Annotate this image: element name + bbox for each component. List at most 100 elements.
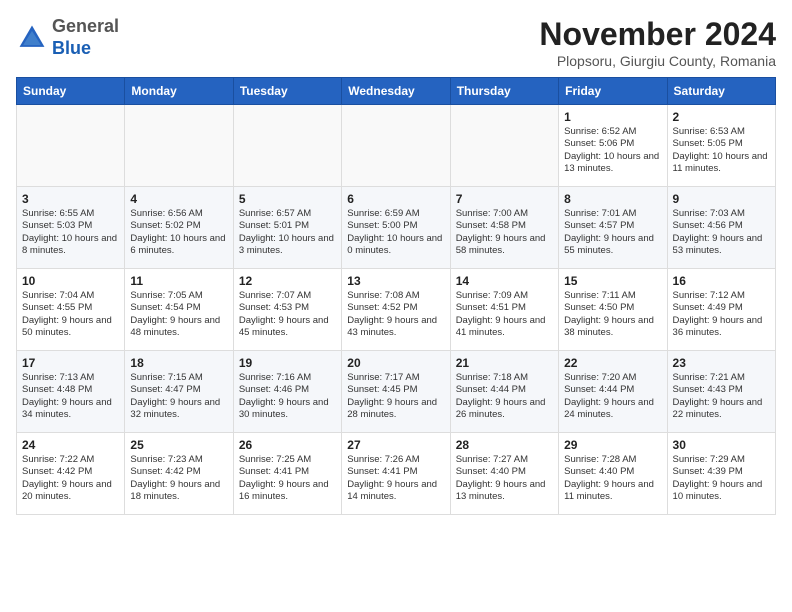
day-info: Sunset: 5:03 PM <box>22 220 119 232</box>
day-info: Sunset: 4:48 PM <box>22 384 119 396</box>
day-number: 26 <box>239 438 336 452</box>
day-number: 13 <box>347 274 444 288</box>
day-info: Sunrise: 6:57 AM <box>239 208 336 220</box>
day-number: 11 <box>130 274 227 288</box>
calendar-cell <box>125 105 233 187</box>
day-info: Daylight: 9 hours and 22 minutes. <box>673 397 770 422</box>
day-info: Sunset: 4:44 PM <box>456 384 553 396</box>
day-number: 28 <box>456 438 553 452</box>
calendar-cell: 15Sunrise: 7:11 AMSunset: 4:50 PMDayligh… <box>559 269 667 351</box>
day-info: Sunset: 5:05 PM <box>673 138 770 150</box>
weekday-header: Thursday <box>450 78 558 105</box>
calendar-header-row: SundayMondayTuesdayWednesdayThursdayFrid… <box>17 78 776 105</box>
day-info: Sunrise: 6:52 AM <box>564 126 661 138</box>
day-number: 29 <box>564 438 661 452</box>
day-info: Daylight: 9 hours and 32 minutes. <box>130 397 227 422</box>
day-info: Daylight: 9 hours and 58 minutes. <box>456 233 553 258</box>
day-info: Sunset: 4:50 PM <box>564 302 661 314</box>
day-number: 21 <box>456 356 553 370</box>
day-info: Daylight: 9 hours and 38 minutes. <box>564 315 661 340</box>
day-number: 3 <box>22 192 119 206</box>
calendar-cell: 16Sunrise: 7:12 AMSunset: 4:49 PMDayligh… <box>667 269 775 351</box>
day-number: 14 <box>456 274 553 288</box>
day-info: Sunrise: 7:25 AM <box>239 454 336 466</box>
weekday-header: Sunday <box>17 78 125 105</box>
day-number: 30 <box>673 438 770 452</box>
calendar-cell: 11Sunrise: 7:05 AMSunset: 4:54 PMDayligh… <box>125 269 233 351</box>
calendar-cell: 3 Sunrise: 6:55 AMSunset: 5:03 PMDaylight… <box>17 187 125 269</box>
day-number: 19 <box>239 356 336 370</box>
day-info: Sunset: 4:54 PM <box>130 302 227 314</box>
day-info: Sunrise: 7:12 AM <box>673 290 770 302</box>
day-number: 9 <box>673 192 770 206</box>
day-info: Sunrise: 7:04 AM <box>22 290 119 302</box>
day-number: 17 <box>22 356 119 370</box>
calendar-cell: 28Sunrise: 7:27 AMSunset: 4:40 PMDayligh… <box>450 433 558 515</box>
calendar-cell: 4Sunrise: 6:56 AMSunset: 5:02 PMDaylight… <box>125 187 233 269</box>
day-info: Sunset: 4:58 PM <box>456 220 553 232</box>
day-info: Sunrise: 7:00 AM <box>456 208 553 220</box>
day-info: Sunset: 5:00 PM <box>347 220 444 232</box>
calendar-cell: 29 Sunrise: 7:28 AMSunset: 4:40 PMDayligh… <box>559 433 667 515</box>
weekday-header: Friday <box>559 78 667 105</box>
calendar-cell <box>233 105 341 187</box>
weekday-header: Saturday <box>667 78 775 105</box>
day-info: Sunset: 4:39 PM <box>673 466 770 478</box>
day-info: Daylight: 9 hours and 43 minutes. <box>347 315 444 340</box>
calendar-cell: 22Sunrise: 7:20 AMSunset: 4:44 PMDayligh… <box>559 351 667 433</box>
calendar-week-row: 3Sunrise: 6:55 AMSunset: 5:03 PMDaylight… <box>17 187 776 269</box>
calendar-cell: 2Sunrise: 6:53 AMSunset: 5:05 PMDaylight… <box>667 105 775 187</box>
calendar-cell: 24Sunrise: 7:22 AMSunset: 4:42 PMDayligh… <box>17 433 125 515</box>
day-info: Sunrise: 7:23 AM <box>130 454 227 466</box>
day-info: Sunrise: 6:55 AM <box>22 208 119 220</box>
day-info: Daylight: 9 hours and 36 minutes. <box>673 315 770 340</box>
day-info: Sunset: 4:40 PM <box>564 466 661 478</box>
day-number: 12 <box>239 274 336 288</box>
calendar-cell: 8Sunrise: 7:01 AMSunset: 4:57 PMDaylight… <box>559 187 667 269</box>
location-subtitle: Plopsoru, Giurgiu County, Romania <box>539 53 776 69</box>
day-info: Daylight: 9 hours and 26 minutes. <box>456 397 553 422</box>
day-info: Sunrise: 7:28 AM <box>564 454 661 466</box>
calendar-cell: 7Sunrise: 7:00 AMSunset: 4:58 PMDaylight… <box>450 187 558 269</box>
title-block: November 2024 Plopsoru, Giurgiu County, … <box>539 16 776 69</box>
calendar-cell <box>342 105 450 187</box>
day-number: 2 <box>673 110 770 124</box>
month-title: November 2024 <box>539 16 776 53</box>
day-info: Sunrise: 7:15 AM <box>130 372 227 384</box>
calendar-cell: 19Sunrise: 7:16 AMSunset: 4:46 PMDayligh… <box>233 351 341 433</box>
day-number: 23 <box>673 356 770 370</box>
day-info: Sunrise: 6:59 AM <box>347 208 444 220</box>
calendar-cell <box>450 105 558 187</box>
day-info: Sunset: 4:40 PM <box>456 466 553 478</box>
day-info: Sunrise: 7:05 AM <box>130 290 227 302</box>
calendar-week-row: 24Sunrise: 7:22 AMSunset: 4:42 PMDayligh… <box>17 433 776 515</box>
day-info: Sunrise: 7:22 AM <box>22 454 119 466</box>
day-info: Sunrise: 7:07 AM <box>239 290 336 302</box>
day-info: Sunrise: 7:20 AM <box>564 372 661 384</box>
day-info: Sunset: 4:44 PM <box>564 384 661 396</box>
day-info: Sunset: 5:02 PM <box>130 220 227 232</box>
day-info: Sunset: 4:56 PM <box>673 220 770 232</box>
day-info: Daylight: 9 hours and 24 minutes. <box>564 397 661 422</box>
day-info: Daylight: 9 hours and 20 minutes. <box>22 479 119 504</box>
day-info: Daylight: 10 hours and 11 minutes. <box>673 151 770 176</box>
day-info: Daylight: 9 hours and 11 minutes. <box>564 479 661 504</box>
day-info: Sunset: 4:53 PM <box>239 302 336 314</box>
day-info: Sunrise: 7:21 AM <box>673 372 770 384</box>
day-number: 16 <box>673 274 770 288</box>
calendar-cell: 26Sunrise: 7:25 AMSunset: 4:41 PMDayligh… <box>233 433 341 515</box>
logo-general-text: General <box>52 16 119 36</box>
day-info: Daylight: 10 hours and 8 minutes. <box>22 233 119 258</box>
day-number: 5 <box>239 192 336 206</box>
day-info: Sunset: 5:06 PM <box>564 138 661 150</box>
calendar-cell: 13Sunrise: 7:08 AMSunset: 4:52 PMDayligh… <box>342 269 450 351</box>
calendar-cell: 5Sunrise: 6:57 AMSunset: 5:01 PMDaylight… <box>233 187 341 269</box>
calendar-cell: 27Sunrise: 7:26 AMSunset: 4:41 PMDayligh… <box>342 433 450 515</box>
day-info: Sunset: 4:41 PM <box>347 466 444 478</box>
day-info: Sunset: 4:45 PM <box>347 384 444 396</box>
day-info: Sunset: 4:42 PM <box>130 466 227 478</box>
logo-icon <box>16 22 48 54</box>
day-number: 6 <box>347 192 444 206</box>
day-info: Daylight: 9 hours and 45 minutes. <box>239 315 336 340</box>
calendar-cell: 21Sunrise: 7:18 AMSunset: 4:44 PMDayligh… <box>450 351 558 433</box>
